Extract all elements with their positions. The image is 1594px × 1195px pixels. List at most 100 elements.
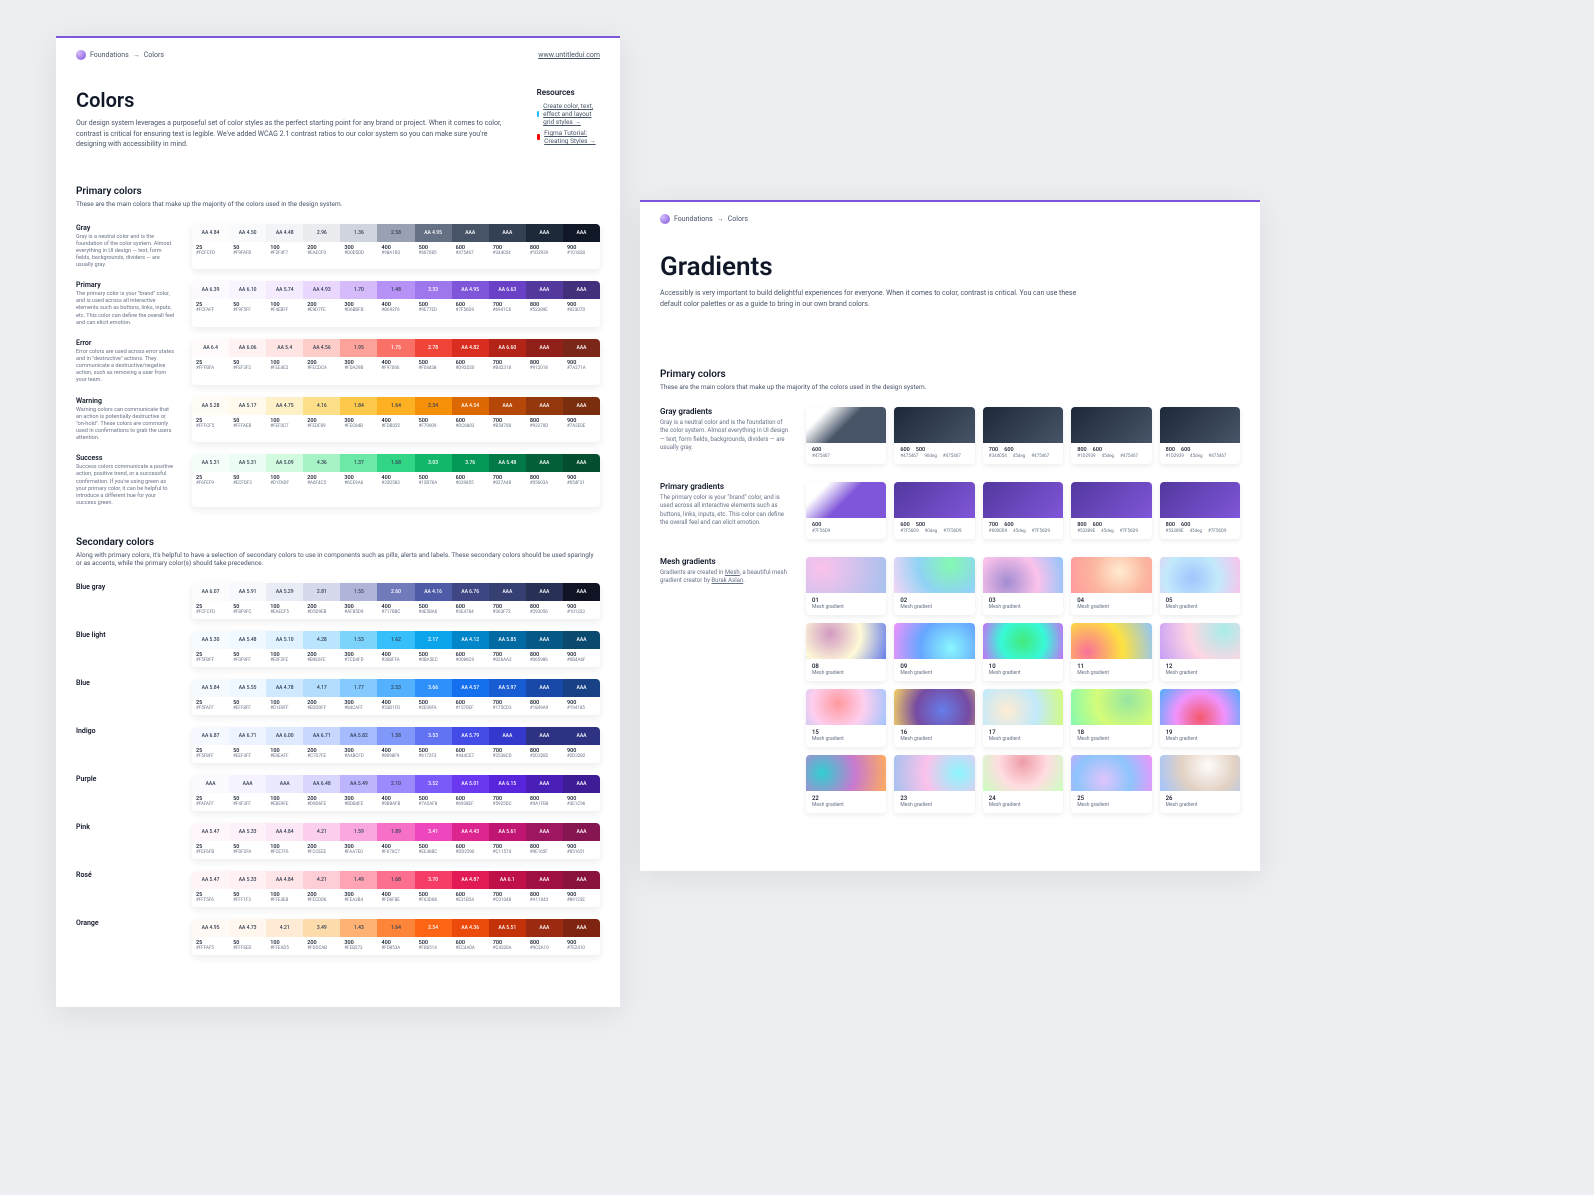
gradient-card[interactable]: 600500 #47546790deg#475467 [894, 407, 974, 464]
color-swatch[interactable]: 2.10 400#9B8AFB [377, 775, 414, 811]
color-swatch[interactable]: AA 5.79 600#444CE7 [452, 727, 489, 763]
color-swatch[interactable]: AA 6.60 700#B42318 [489, 339, 526, 385]
color-swatch[interactable]: AA 5.82 300#A4BCFD [340, 727, 377, 763]
color-swatch[interactable]: 1.53 300#7CD4FD [340, 631, 377, 667]
color-swatch[interactable]: AAA 900#7A271A [563, 339, 600, 385]
color-swatch[interactable]: AAA 900#89123E [563, 871, 600, 907]
color-swatch[interactable]: AA 5.4 100#FEE4E2 [266, 339, 303, 385]
color-swatch[interactable]: AA 6.1 700#C01048 [489, 871, 526, 907]
color-swatch[interactable]: AA 4.75 100#FEF0C7 [266, 397, 303, 443]
color-swatch[interactable]: AAA 800#1849A9 [526, 679, 563, 715]
gradient-card[interactable]: 800600 #53389E45deg#7F56D9 [1071, 482, 1151, 539]
mesh-gradient-card[interactable]: 04Mesh gradient [1071, 557, 1151, 615]
color-swatch[interactable]: AAA 700#B54708 [489, 397, 526, 443]
color-swatch[interactable]: 1.43 300#FEB273 [340, 919, 377, 955]
breadcrumb-root[interactable]: Foundations [674, 215, 713, 223]
color-swatch[interactable]: AAA 900#194185 [563, 679, 600, 715]
color-swatch[interactable]: AA 5.97 700#175CD3 [489, 679, 526, 715]
color-swatch[interactable]: AA 6.63 700#6941C6 [489, 281, 526, 327]
gradient-card[interactable]: 600 #475467 [806, 407, 886, 464]
color-swatch[interactable]: AA 5.48 700#027A48 [489, 454, 526, 507]
color-swatch[interactable]: AA 4.82 600#D92D20 [452, 339, 489, 385]
color-swatch[interactable]: 3.52 500#7A5AF8 [415, 775, 452, 811]
mesh-gradient-card[interactable]: 17Mesh gradient [983, 689, 1063, 747]
color-swatch[interactable]: AAA 900#7A2E0E [563, 397, 600, 443]
color-swatch[interactable]: 1.77 300#84CAFF [340, 679, 377, 715]
color-swatch[interactable]: AA 5.33 50#FFF1F3 [229, 871, 266, 907]
gradient-card[interactable]: 800600 #53389E45deg#7F56D9 [1160, 482, 1240, 539]
color-swatch[interactable]: 1.89 400#F670C7 [377, 823, 414, 859]
color-swatch[interactable]: AA 4.95 500#667085 [415, 224, 452, 270]
color-swatch[interactable]: AA 4.87 600#E31B54 [452, 871, 489, 907]
color-swatch[interactable]: AA 5.61 700#C11574 [489, 823, 526, 859]
color-swatch[interactable]: AA 5.48 50#F0F9FF [229, 631, 266, 667]
color-swatch[interactable]: AAA 700#344054 [489, 224, 526, 270]
color-swatch[interactable]: AAA 800#4A1FB8 [526, 775, 563, 811]
color-swatch[interactable]: AAA 900#851651 [563, 823, 600, 859]
color-swatch[interactable]: 1.68 400#32D583 [377, 454, 414, 507]
color-swatch[interactable]: AA 4.57 600#1570EF [452, 679, 489, 715]
color-swatch[interactable]: AAA 25#FAFAFF [192, 775, 229, 811]
color-swatch[interactable]: 2.60 400#717BBC [377, 583, 414, 619]
color-swatch[interactable]: AA 6.48 200#D9D6FE [303, 775, 340, 811]
color-swatch[interactable]: AA 5.51 700#C4320A [489, 919, 526, 955]
color-swatch[interactable]: 3.66 500#2E90FA [415, 679, 452, 715]
color-swatch[interactable]: AAA 800#912018 [526, 339, 563, 385]
gradient-card[interactable]: 600500 #7F56D990deg#7F56D9 [894, 482, 974, 539]
color-swatch[interactable]: 1.55 300#AFB5D9 [340, 583, 377, 619]
color-swatch[interactable]: AAA 900#054F31 [563, 454, 600, 507]
color-swatch[interactable]: 2.53 400#53B1FD [377, 679, 414, 715]
color-swatch[interactable]: AA 5.47 25#FEF6FB [192, 823, 229, 859]
color-swatch[interactable]: AAA 800#065986 [526, 631, 563, 667]
color-swatch[interactable]: AA 4.50 50#F9FAFB [229, 224, 266, 270]
color-swatch[interactable]: AA 6.00 100#E0EAFF [266, 727, 303, 763]
color-swatch[interactable]: 2.81 200#D5D9EB [303, 583, 340, 619]
mesh-gradient-card[interactable]: 02Mesh gradient [894, 557, 974, 615]
color-swatch[interactable]: 2.78 500#F04438 [415, 339, 452, 385]
color-swatch[interactable]: AAA 50#F4F3FF [229, 775, 266, 811]
gradient-card[interactable]: 600 #7F56D9 [806, 482, 886, 539]
mesh-gradient-card[interactable]: 19Mesh gradient [1160, 689, 1240, 747]
color-swatch[interactable]: 1.36 300#D0D5DD [340, 224, 377, 270]
color-swatch[interactable]: AAA 900#101828 [563, 224, 600, 270]
color-swatch[interactable]: AA 6.76 600#3E4784 [452, 583, 489, 619]
color-swatch[interactable]: AAA 800#293056 [526, 583, 563, 619]
mesh-gradient-card[interactable]: 03Mesh gradient [983, 557, 1063, 615]
color-swatch[interactable]: AA 6.06 50#FEF3F2 [229, 339, 266, 385]
color-swatch[interactable]: AA 4.73 50#FFF6ED [229, 919, 266, 955]
color-swatch[interactable]: AAA 800#93370D [526, 397, 563, 443]
color-swatch[interactable]: 4.21 200#FCCEEE [303, 823, 340, 859]
color-swatch[interactable]: 1.75 400#F97066 [377, 339, 414, 385]
mesh-gradient-card[interactable]: 25Mesh gradient [1071, 755, 1151, 813]
color-swatch[interactable]: AA 6.71 200#C7D7FE [303, 727, 340, 763]
color-swatch[interactable]: 3.03 500#12B76A [415, 454, 452, 507]
color-swatch[interactable]: 1.84 300#FEC84B [340, 397, 377, 443]
color-swatch[interactable]: AA 4.84 100#FCE7F6 [266, 823, 303, 859]
color-swatch[interactable]: AA 4.84 100#FFE4E8 [266, 871, 303, 907]
mesh-gradient-card[interactable]: 08Mesh gradient [806, 623, 886, 681]
color-swatch[interactable]: 3.70 500#F63D68 [415, 871, 452, 907]
color-swatch[interactable]: AA 4.16 500#4E5BA6 [415, 583, 452, 619]
color-swatch[interactable]: 1.37 300#6CE9A6 [340, 454, 377, 507]
mesh-gradient-card[interactable]: 16Mesh gradient [894, 689, 974, 747]
color-swatch[interactable]: AAA 800#9E165F [526, 823, 563, 859]
color-swatch[interactable]: AA 6.15 700#5925DC [489, 775, 526, 811]
color-swatch[interactable]: 4.36 200#A6F4C5 [303, 454, 340, 507]
color-swatch[interactable]: AA 4.54 600#DC6803 [452, 397, 489, 443]
mesh-gradient-card[interactable]: 05Mesh gradient [1160, 557, 1240, 615]
color-swatch[interactable]: AA 5.30 25#F5FBFF [192, 631, 229, 667]
color-swatch[interactable]: 2.17 500#0BA5EC [415, 631, 452, 667]
color-swatch[interactable]: 1.62 400#36BFFA [377, 631, 414, 667]
color-swatch[interactable]: AAA 900#42307D [563, 281, 600, 327]
color-swatch[interactable]: AA 5.31 25#F6FEF9 [192, 454, 229, 507]
color-swatch[interactable]: AA 4.78 100#D1E9FF [266, 679, 303, 715]
color-swatch[interactable]: 3.49 200#FDDCAB [303, 919, 340, 955]
color-swatch[interactable]: AA 4.95 25#FFFAF5 [192, 919, 229, 955]
color-swatch[interactable]: AA 5.10 100#E0F2FE [266, 631, 303, 667]
color-swatch[interactable]: 1.64 400#FD853A [377, 919, 414, 955]
color-swatch[interactable]: AAA 800#53389E [526, 281, 563, 327]
color-swatch[interactable]: AAA 800#05603A [526, 454, 563, 507]
mesh-gradient-card[interactable]: 26Mesh gradient [1160, 755, 1240, 813]
color-swatch[interactable]: 1.48 400#B692F6 [377, 281, 414, 327]
color-swatch[interactable]: AA 5.47 25#FFF5F6 [192, 871, 229, 907]
